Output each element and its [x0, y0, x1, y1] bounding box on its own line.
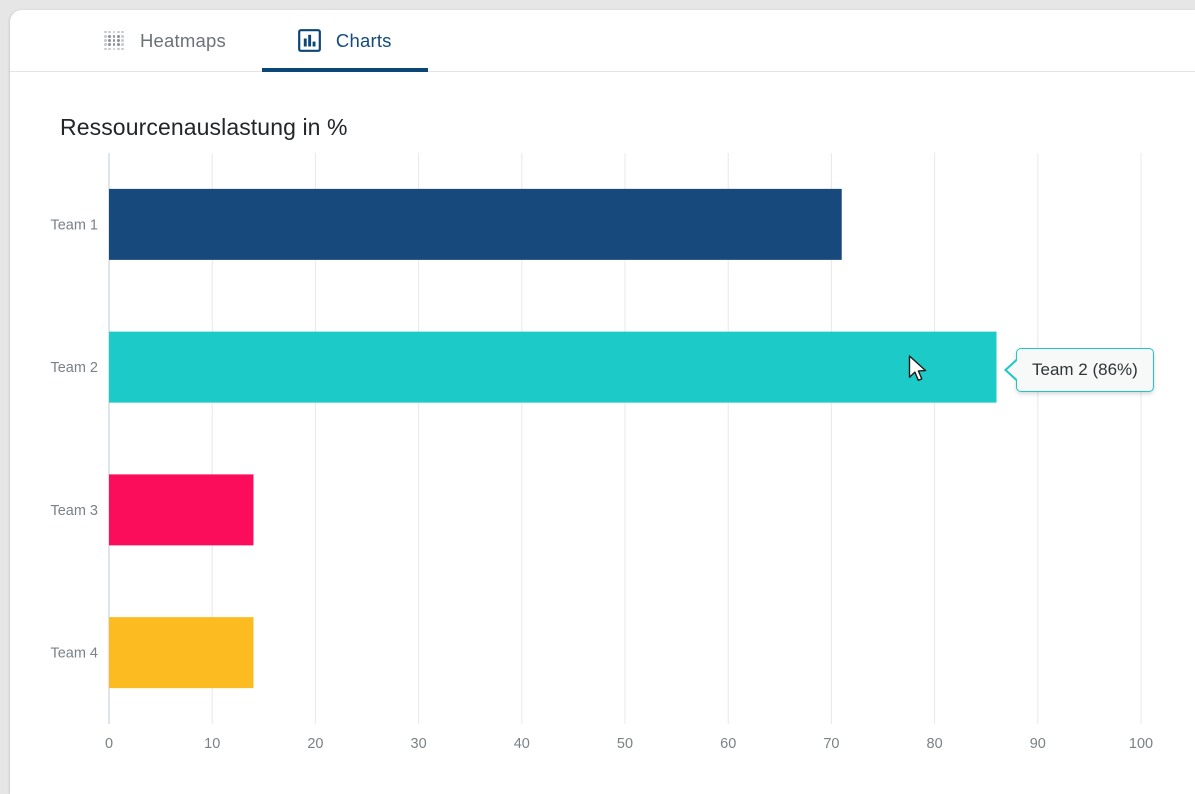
grid-dots-icon	[102, 29, 126, 53]
tab-charts[interactable]: Charts	[262, 10, 428, 71]
y-axis-tick-label: Team 2	[50, 360, 98, 376]
x-axis-tick-label: 70	[823, 736, 839, 752]
bar-1[interactable]	[109, 189, 842, 260]
chart-title: Ressourcenauslastung in %	[60, 114, 348, 141]
bar-chart-icon	[298, 29, 322, 53]
chart-tooltip: Team 2 (86%)	[1016, 348, 1154, 392]
x-axis-tick-label: 10	[204, 736, 220, 752]
x-axis-tick-label: 0	[105, 736, 113, 752]
tab-charts-label: Charts	[336, 30, 392, 52]
x-axis-tick-label: 100	[1129, 736, 1153, 752]
tab-heatmaps-label: Heatmaps	[140, 30, 226, 52]
bar-2[interactable]	[109, 332, 997, 403]
x-axis-tick-label: 20	[307, 736, 323, 752]
y-axis-tick-label: Team 4	[50, 646, 98, 662]
x-axis-tick-label: 80	[927, 736, 943, 752]
x-axis-tick-label: 30	[411, 736, 427, 752]
tab-heatmaps[interactable]: Heatmaps	[66, 10, 262, 71]
mouse-cursor	[908, 355, 930, 385]
tab-bar: Heatmaps Charts	[10, 10, 1195, 72]
x-axis-tick-label: 90	[1030, 736, 1046, 752]
chart-card: Heatmaps Charts Ressourcenauslastung in …	[10, 10, 1195, 794]
y-axis-tick-label: Team 1	[50, 217, 98, 233]
bar-4[interactable]	[109, 617, 253, 688]
bar-3[interactable]	[109, 474, 253, 545]
x-axis-tick-label: 60	[720, 736, 736, 752]
y-axis-tick-label: Team 3	[50, 503, 98, 519]
chart-tooltip-label: Team 2 (86%)	[1032, 360, 1138, 380]
x-axis-tick-label: 40	[514, 736, 530, 752]
x-axis-tick-label: 50	[617, 736, 633, 752]
